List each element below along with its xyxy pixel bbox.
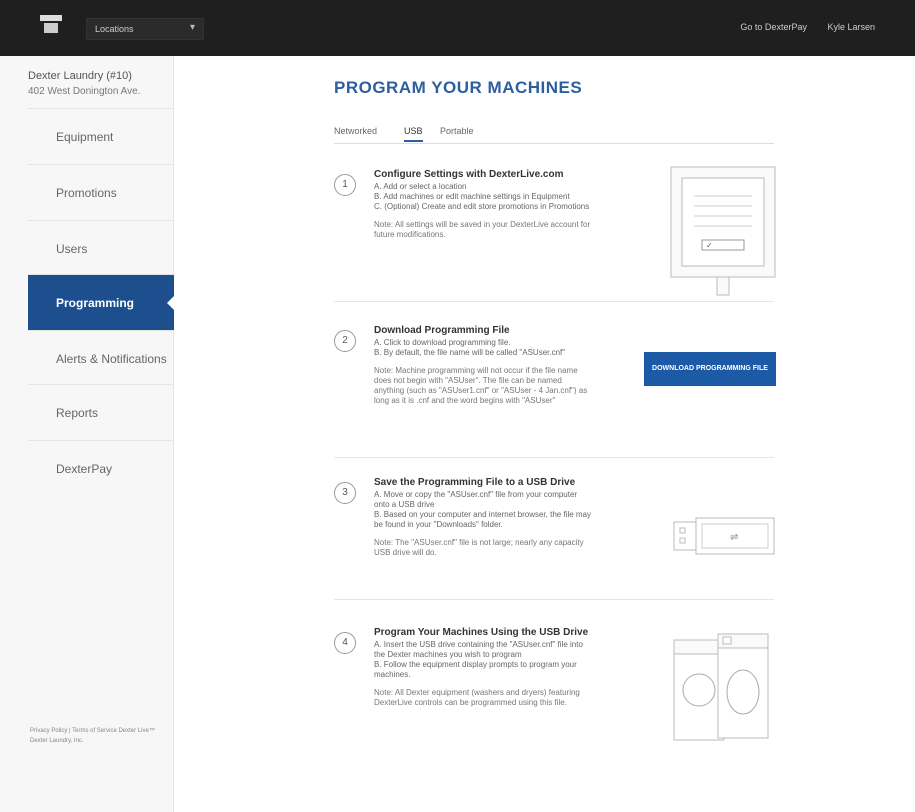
step-line: A. Click to download programming file.: [374, 338, 511, 347]
tab-usb[interactable]: USB: [404, 126, 423, 142]
footer-links[interactable]: Privacy Policy | Terms of Service Dexter…: [30, 726, 173, 746]
step-line: A. Insert the USB drive containing the "…: [374, 640, 583, 659]
step-line: C. (Optional) Create and edit store prom…: [374, 202, 590, 211]
sidebar-item-label: Users: [56, 241, 88, 256]
top-links: Go to DexterPay Kyle Larsen: [722, 22, 875, 32]
step-number: 3: [334, 482, 356, 504]
download-programming-file-button[interactable]: DOWNLOAD PROGRAMMING FILE: [644, 352, 776, 386]
step-number: 4: [334, 632, 356, 654]
sidebar-item-label: DexterPay: [56, 461, 113, 476]
step-text: Configure Settings with DexterLive.com A…: [374, 170, 594, 240]
svg-text:✓: ✓: [706, 241, 713, 250]
location-select[interactable]: Locations ▾: [86, 18, 204, 40]
step-note: Note: All Dexter equipment (washers and …: [374, 688, 580, 707]
step-note: Note: The "ASUser.cnf" file is not large…: [374, 538, 584, 557]
step-line: B. Add machines or edit machine settings…: [374, 192, 570, 201]
step-line: A. Move or copy the "ASUser.cnf" file fr…: [374, 490, 578, 509]
sidebar-item-label: Reports: [56, 405, 99, 420]
step-heading: Configure Settings with DexterLive.com: [374, 169, 564, 180]
washer-dryer-illustration-icon: [673, 633, 769, 741]
dexter-logo[interactable]: [40, 15, 62, 41]
step-line: B. By default, the file name will be cal…: [374, 348, 566, 357]
step-number: 2: [334, 330, 356, 352]
go-to-dexterpay-link[interactable]: Go to DexterPay: [740, 22, 807, 32]
tab-networked[interactable]: Networked: [334, 126, 377, 136]
sidebar-item-equipment[interactable]: Equipment: [28, 108, 174, 164]
step-text: Program Your Machines Using the USB Driv…: [374, 628, 594, 708]
sidebar-item-alerts[interactable]: Alerts & Notifications: [28, 330, 174, 386]
step-note: Note: All settings will be saved in your…: [374, 220, 591, 239]
step-text: Save the Programming File to a USB Drive…: [374, 478, 594, 558]
location-select-label: Locations: [95, 24, 134, 34]
monitor-illustration-icon: ✓: [670, 166, 776, 296]
sidebar-item-programming[interactable]: Programming: [28, 274, 175, 330]
sidebar-item-label: Equipment: [56, 129, 114, 144]
user-menu[interactable]: Kyle Larsen: [827, 22, 875, 32]
step-heading: Program Your Machines Using the USB Driv…: [374, 627, 589, 638]
sidebar-item-dexterpay[interactable]: DexterPay: [28, 440, 174, 496]
step-text: Download Programming File A. Click to do…: [374, 326, 594, 406]
sidebar-item-reports[interactable]: Reports: [28, 384, 174, 440]
sidebar: Dexter Laundry (#10) 402 West Donington …: [0, 56, 175, 812]
step-heading: Download Programming File: [374, 325, 510, 336]
sidebar-item-users[interactable]: Users: [28, 220, 174, 276]
top-bar: Locations ▾ Go to DexterPay Kyle Larsen: [0, 0, 915, 56]
sidebar-item-label: Programming: [56, 295, 135, 310]
tab-bar: Networked USB Portable: [334, 122, 774, 144]
step-line: B. Based on your computer and internet b…: [374, 510, 592, 529]
step-line: B. Follow the equipment display prompts …: [374, 660, 577, 679]
page-title: PROGRAM YOUR MACHINES: [334, 78, 583, 97]
sidebar-item-label: Alerts & Notifications: [56, 351, 167, 366]
step-line: A. Add or select a location: [374, 182, 467, 191]
chevron-down-icon: ▾: [189, 22, 195, 33]
store-name: Dexter Laundry (#10): [28, 70, 132, 82]
tab-portable[interactable]: Portable: [440, 126, 474, 136]
store-address: 402 West Donington Ave.: [28, 86, 141, 97]
sidebar-item-label: Promotions: [56, 185, 117, 200]
usb-drive-illustration-icon: ⇌: [673, 517, 775, 555]
step-heading: Save the Programming File to a USB Drive: [374, 477, 576, 488]
sidebar-item-promotions[interactable]: Promotions: [28, 164, 174, 220]
step-3: 3 Save the Programming File to a USB Dri…: [334, 464, 775, 600]
step-1: 1 Configure Settings with DexterLive.com…: [334, 156, 776, 302]
step-note: Note: Machine programming will not occur…: [374, 366, 588, 405]
step-4: 4 Program Your Machines Using the USB Dr…: [334, 608, 774, 758]
step-number: 1: [334, 174, 356, 196]
svg-text:⇌: ⇌: [730, 532, 738, 543]
